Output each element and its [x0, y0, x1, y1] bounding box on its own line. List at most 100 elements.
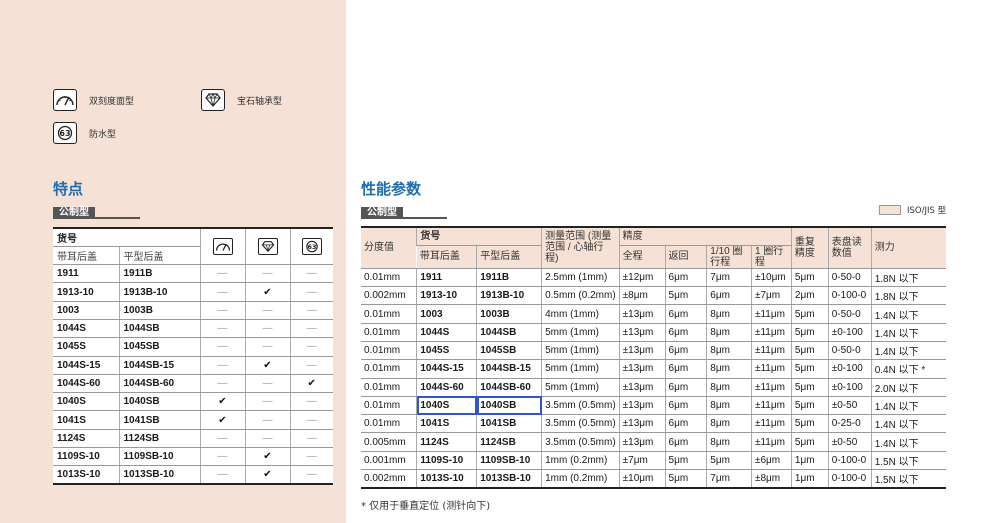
table-row: 0.002mm 1013S-10 1013SB-10 1mm (0.2mm) ±10μm…	[361, 469, 946, 489]
tenth-rev-cell: 8μm	[706, 378, 752, 397]
force-cell: 2.0N 以下	[870, 378, 946, 397]
tenth-rev-cell: 5μm	[706, 451, 752, 471]
features-col-jewel	[244, 228, 290, 266]
dial-reading-cell: ±0-100	[827, 378, 872, 397]
dash-mark: —	[289, 264, 333, 284]
flat-code-cell: 1044SB-15	[476, 359, 542, 379]
force-cell: 1.4N 以下	[870, 323, 946, 342]
lug-code-cell: 1124S	[416, 432, 477, 452]
lug-code-cell: 1044S-60	[53, 374, 119, 394]
retrace-cell: 6μm	[664, 378, 707, 397]
force-cell: 1.4N 以下	[870, 432, 946, 452]
one-rev-cell: ±8μm	[750, 469, 792, 489]
full-range-cell: ±8μm	[618, 286, 666, 306]
features-tag-label: 公制型	[53, 207, 95, 219]
lug-code-cell: 1044S	[53, 319, 119, 339]
dash-mark: —	[244, 301, 290, 320]
dual-dial-icon	[212, 238, 233, 256]
specs-header-dial-reading: 表盘读数值	[827, 227, 872, 269]
graduation-cell: 0.01mm	[361, 323, 417, 342]
table-row: 1041S 1041SB ✔ — —	[53, 410, 333, 430]
lug-code-cell: 1045S	[416, 341, 477, 361]
dial-reading-cell: 0-50-0	[827, 268, 872, 288]
dial-reading-cell: 0-100-0	[827, 451, 872, 471]
table-row: 1040S 1040SB ✔ — —	[53, 392, 333, 412]
dash-mark: —	[289, 319, 333, 339]
range-cell: 5mm (1mm)	[541, 323, 620, 342]
repeatability-cell: 5μm	[790, 432, 829, 452]
flat-code-cell: 1913B-10	[118, 282, 200, 302]
full-range-cell: ±13μm	[618, 341, 666, 361]
table-row: 0.01mm 1040S 1040SB 3.5mm (0.5mm) ±13μm 6μm 8μ…	[361, 396, 946, 416]
diamond-icon	[257, 238, 278, 256]
specs-header-accuracy: 精度	[618, 227, 792, 246]
flat-code-cell: 1044SB-60	[118, 374, 200, 394]
check-mark: ✔	[289, 374, 333, 394]
range-cell: 3.5mm (0.5mm)	[541, 396, 620, 416]
features-table: 货号 63 带耳后盖 平型后盖 1911 1911B — — — 1913-10…	[53, 227, 333, 486]
dial-reading-cell: ±0-100	[827, 323, 872, 342]
waterproof-ip63-icon: 63	[53, 122, 77, 144]
dash-mark: —	[289, 429, 333, 449]
lug-code-cell: 1109S-10	[53, 447, 119, 467]
force-cell: 1.4N 以下	[870, 304, 946, 324]
repeatability-cell: 5μm	[790, 378, 829, 397]
graduation-cell: 0.002mm	[361, 469, 417, 489]
tenth-rev-cell: 8μm	[706, 414, 752, 434]
check-mark: ✔	[199, 392, 245, 412]
dial-reading-cell: ±0-50	[827, 432, 872, 452]
dash-mark: —	[199, 301, 245, 320]
table-row: 0.005mm 1124S 1124SB 3.5mm (0.5mm) ±13μm 6μm 8…	[361, 432, 946, 452]
specs-header-retrace: 返回	[664, 245, 707, 269]
dash-mark: —	[289, 282, 333, 302]
dash-mark: —	[199, 465, 245, 485]
iso-jis-label: ISO/JIS 型	[907, 206, 947, 216]
check-mark: ✔	[244, 447, 290, 467]
dash-mark: —	[199, 264, 245, 284]
force-cell: 1.4N 以下	[870, 396, 946, 416]
iso-jis-swatch	[879, 205, 901, 215]
one-rev-cell: ±11μm	[750, 359, 792, 379]
range-cell: 5mm (1mm)	[541, 378, 620, 397]
dash-mark: —	[199, 447, 245, 467]
lug-code-cell: 1109S-10	[416, 451, 477, 471]
specs-header-force: 测力	[870, 227, 946, 269]
dash-mark: —	[289, 392, 333, 412]
flat-code-cell: 1040SB	[118, 392, 200, 412]
repeatability-cell: 5μm	[790, 414, 829, 434]
table-row: 0.01mm 1911 1911B 2.5mm (1mm) ±12μm 6μm 7μm ±10…	[361, 268, 946, 288]
graduation-cell: 0.002mm	[361, 286, 417, 306]
lug-code-cell: 1044S-15	[53, 356, 119, 375]
dial-reading-cell: ±0-50	[827, 396, 872, 416]
flat-code-cell: 1124SB	[118, 429, 200, 449]
retrace-cell: 6μm	[664, 268, 707, 288]
dash-mark: —	[244, 410, 290, 430]
svg-text:63: 63	[59, 129, 70, 138]
graduation-cell: 0.001mm	[361, 451, 417, 471]
graduation-cell: 0.01mm	[361, 396, 417, 416]
retrace-cell: 6μm	[664, 341, 707, 361]
flat-code-cell: 1124SB	[476, 432, 542, 452]
repeatability-cell: 5μm	[790, 268, 829, 288]
full-range-cell: ±12μm	[618, 268, 666, 288]
lug-code-cell: 1913-10	[416, 286, 477, 306]
dash-mark: —	[199, 282, 245, 302]
range-cell: 4mm (1mm)	[541, 304, 620, 324]
one-rev-cell: ±11μm	[750, 378, 792, 397]
dash-mark: —	[244, 319, 290, 339]
force-cell: 0.4N 以下 *	[870, 359, 946, 379]
one-rev-cell: ±11μm	[750, 323, 792, 342]
flat-code-cell: 1911B	[118, 264, 200, 284]
check-mark: ✔	[244, 282, 290, 302]
lug-code-cell: 1040S	[53, 392, 119, 412]
dial-reading-cell: 0-100-0	[827, 286, 872, 306]
graduation-cell: 0.01mm	[361, 341, 417, 361]
force-cell: 1.4N 以下	[870, 414, 946, 434]
flat-code-cell: 1045SB	[118, 337, 200, 357]
lug-code-cell: 1913-10	[53, 282, 119, 302]
retrace-cell: 6μm	[664, 304, 707, 324]
force-cell: 1.8N 以下	[870, 286, 946, 306]
tenth-rev-cell: 7μm	[706, 268, 752, 288]
dash-mark: —	[199, 374, 245, 394]
dial-reading-cell: 0-50-0	[827, 341, 872, 361]
